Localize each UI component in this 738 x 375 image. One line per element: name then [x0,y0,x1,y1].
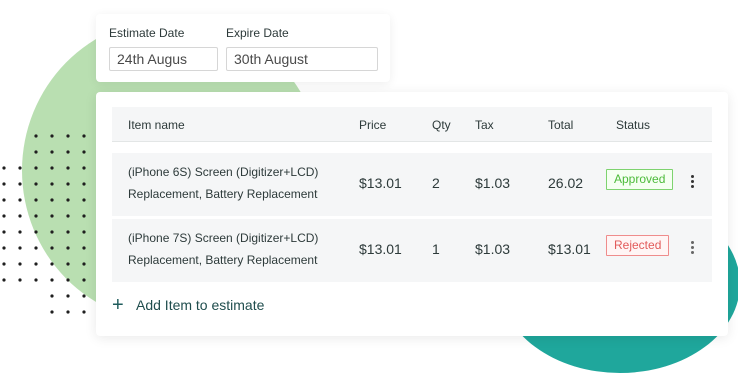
item-name-line: (iPhone 7S) Screen (Digitizer+LCD) [128,231,319,245]
table-header: Item name Price Qty Tax Total Status [112,107,712,142]
item-tax: $1.03 [475,175,511,191]
item-price: $13.01 [359,241,402,257]
plus-icon: + [112,294,124,316]
estimate-date-group: Estimate Date [109,26,218,71]
expire-date-group: Expire Date [226,26,378,71]
item-price: $13.01 [359,175,402,191]
header-price: Price [359,118,387,132]
item-name-line: Replacement, Battery Replacement [128,253,318,267]
more-options-icon[interactable] [686,175,698,191]
header-tax: Tax [475,118,494,132]
table-row: (iPhone 6S) Screen (Digitizer+LCD) Repla… [112,153,712,216]
table-row: (iPhone 7S) Screen (Digitizer+LCD) Repla… [112,219,712,282]
add-item-button[interactable]: + Add Item to estimate [112,295,264,315]
decorative-dot-pattern [2,134,86,314]
item-tax: $1.03 [475,241,511,257]
item-qty: 2 [432,175,440,191]
header-qty: Qty [432,118,451,132]
estimate-items-card: Item name Price Qty Tax Total Status (iP… [96,92,728,336]
add-item-label: Add Item to estimate [136,297,265,313]
status-badge-rejected: Rejected [606,235,670,256]
item-qty: 1 [432,241,440,257]
estimate-date-label: Estimate Date [109,26,185,40]
expire-date-label: Expire Date [226,26,289,40]
item-name: (iPhone 7S) Screen (Digitizer+LCD) Repla… [128,227,338,271]
expire-date-input[interactable] [226,47,378,71]
more-options-icon[interactable] [686,241,698,257]
header-item-name: Item name [128,118,185,132]
item-total: 26.02 [548,175,584,191]
estimate-date-input[interactable] [109,47,218,71]
status-badge-approved: Approved [606,169,674,190]
item-name-line: (iPhone 6S) Screen (Digitizer+LCD) [128,165,319,179]
header-status: Status [616,118,651,132]
item-total: $13.01 [548,241,591,257]
item-name-line: Replacement, Battery Replacement [128,187,318,201]
date-card: Estimate Date Expire Date [96,14,390,82]
header-total: Total [548,118,574,132]
item-name: (iPhone 6S) Screen (Digitizer+LCD) Repla… [128,161,338,205]
